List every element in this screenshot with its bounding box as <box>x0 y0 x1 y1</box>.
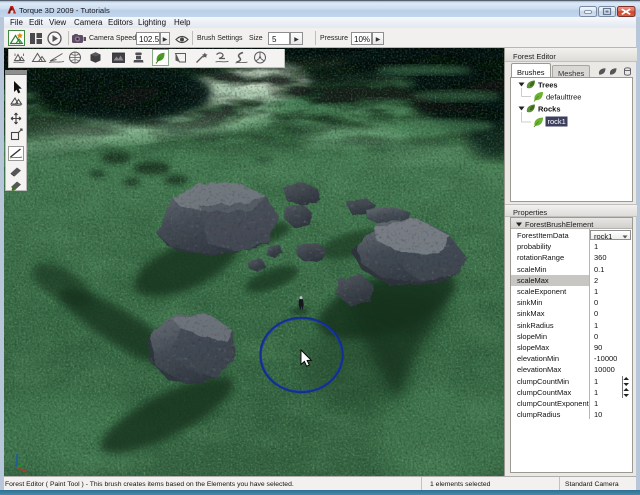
svg-text:Trees: Trees <box>538 81 558 90</box>
svg-text:rock1: rock1 <box>548 117 566 126</box>
svg-text:defaulttree: defaulttree <box>546 93 581 102</box>
svg-text:Rocks: Rocks <box>538 105 561 114</box>
